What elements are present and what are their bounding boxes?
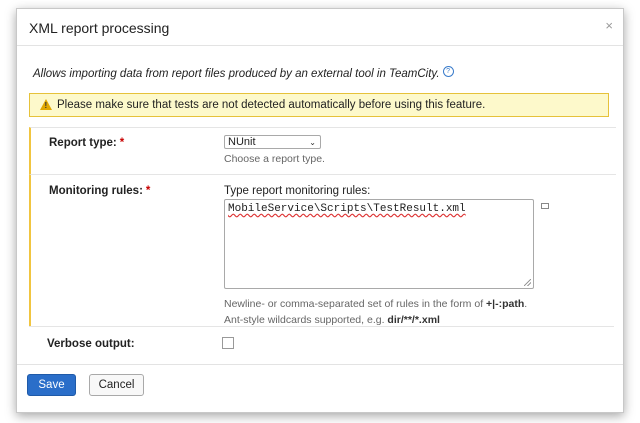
resize-handle-icon[interactable]: [524, 279, 531, 286]
monitoring-rules-textarea[interactable]: MobileService\Scripts\TestResult.xml: [224, 199, 534, 289]
warning-banner: ! Please make sure that tests are not de…: [29, 93, 609, 117]
required-mark: *: [119, 137, 125, 149]
dialog-title: XML report processing: [29, 20, 170, 36]
required-mark: *: [145, 185, 151, 197]
report-type-row: Report type: * NUnit ⌄ Choose a report ty…: [29, 127, 616, 175]
report-type-value: NUnit: [228, 136, 256, 148]
monitoring-rules-hint-2: Ant-style wildcards supported, e.g. dir/…: [224, 314, 440, 326]
cancel-button[interactable]: Cancel: [89, 374, 144, 396]
report-type-label: Report type: *: [49, 137, 125, 149]
description-text: Allows importing data from report files …: [33, 68, 440, 80]
report-type-hint: Choose a report type.: [224, 153, 325, 165]
save-button[interactable]: Save: [27, 374, 76, 396]
verbose-output-checkbox[interactable]: [222, 337, 234, 349]
warning-text: Please make sure that tests are not dete…: [57, 99, 486, 111]
dialog-title-bar: XML report processing ×: [17, 9, 623, 46]
monitoring-rules-value: MobileService\Scripts\TestResult.xml: [228, 203, 466, 215]
monitoring-rules-label: Monitoring rules: *: [49, 185, 151, 197]
xml-report-processing-dialog: XML report processing × Allows importing…: [16, 8, 624, 413]
expand-editor-icon[interactable]: [541, 203, 549, 209]
close-icon[interactable]: ×: [605, 19, 613, 33]
monitoring-rules-field-label: Type report monitoring rules:: [224, 185, 371, 197]
verbose-output-label: Verbose output:: [47, 338, 135, 350]
verbose-output-row: Verbose output:: [29, 326, 614, 364]
report-type-select[interactable]: NUnit ⌄: [224, 135, 321, 149]
monitoring-rules-row: Monitoring rules: * Type report monitorin…: [29, 174, 616, 327]
help-icon[interactable]: ?: [442, 66, 454, 77]
warning-icon: !: [40, 99, 52, 110]
dialog-description: Allows importing data from report files …: [33, 66, 454, 80]
monitoring-rules-hint-1: Newline- or comma-separated set of rules…: [224, 298, 528, 310]
dialog-footer: [17, 364, 623, 365]
chevron-down-icon: ⌄: [309, 138, 316, 147]
